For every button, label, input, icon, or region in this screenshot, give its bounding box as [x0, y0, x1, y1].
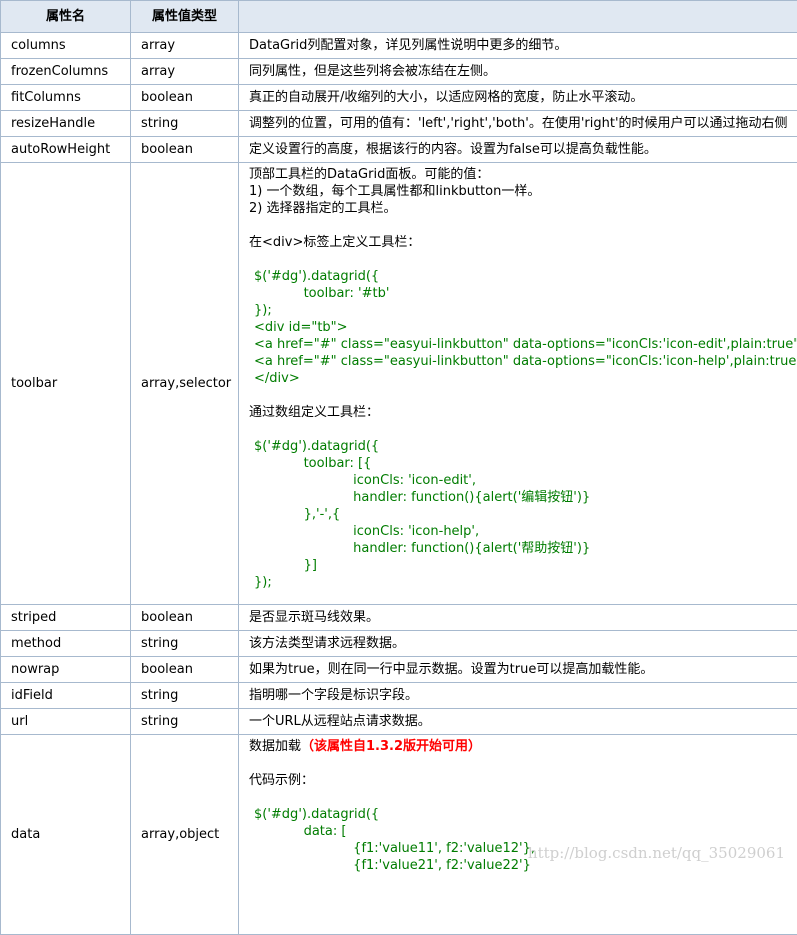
table-row: url string 一个URL从远程站点请求数据。	[1, 709, 797, 735]
property-description: 是否显示斑马线效果。	[239, 605, 797, 631]
property-name: data	[1, 735, 131, 935]
property-name: striped	[1, 605, 131, 631]
toolbar-div-heading: 在<div>标签上定义工具栏：	[249, 234, 796, 251]
table-row-data: data array,object 数据加载（该属性自1.3.2版开始可用） 代…	[1, 735, 797, 935]
header-description	[239, 1, 797, 33]
property-type: array	[131, 33, 239, 59]
property-description: 调整列的位置，可用的值有：'left','right','both'。在使用'r…	[239, 111, 797, 137]
data-intro: 数据加载（该属性自1.3.2版开始可用）	[249, 738, 796, 755]
code-example-div: $('#dg').datagrid({ toolbar: '#tb' }); <…	[249, 268, 796, 387]
property-type: string	[131, 111, 239, 137]
table-row: resizeHandle string 调整列的位置，可用的值有：'left',…	[1, 111, 797, 137]
table-header-row: 属性名 属性值类型	[1, 1, 797, 33]
version-note: （该属性自1.3.2版开始可用）	[301, 739, 481, 754]
property-description: 该方法类型请求远程数据。	[239, 631, 797, 657]
property-type: boolean	[131, 137, 239, 163]
property-description: DataGrid列配置对象，详见列属性说明中更多的细节。	[239, 33, 797, 59]
property-name: toolbar	[1, 163, 131, 605]
property-name: resizeHandle	[1, 111, 131, 137]
table-row: idField string 指明哪一个字段是标识字段。	[1, 683, 797, 709]
toolbar-array-heading: 通过数组定义工具栏：	[249, 404, 796, 421]
toolbar-desc-line: 顶部工具栏的DataGrid面板。可能的值：	[249, 166, 796, 183]
property-name: nowrap	[1, 657, 131, 683]
property-type: boolean	[131, 657, 239, 683]
data-intro-text: 数据加载	[249, 739, 301, 754]
table-row: columns array DataGrid列配置对象，详见列属性说明中更多的细…	[1, 33, 797, 59]
property-description: 如果为true，则在同一行中显示数据。设置为true可以提高加载性能。	[239, 657, 797, 683]
property-description: 顶部工具栏的DataGrid面板。可能的值： 1) 一个数组，每个工具属性都和l…	[239, 163, 797, 605]
table-row: method string 该方法类型请求远程数据。	[1, 631, 797, 657]
code-example-heading: 代码示例：	[249, 772, 796, 789]
property-type: boolean	[131, 85, 239, 111]
table-row: frozenColumns array 同列属性，但是这些列将会被冻结在左侧。	[1, 59, 797, 85]
table-row: autoRowHeight boolean 定义设置行的高度，根据该行的内容。设…	[1, 137, 797, 163]
table-row: nowrap boolean 如果为true，则在同一行中显示数据。设置为tru…	[1, 657, 797, 683]
property-type: string	[131, 709, 239, 735]
header-property-name: 属性名	[1, 1, 131, 33]
property-type: array	[131, 59, 239, 85]
property-name: fitColumns	[1, 85, 131, 111]
property-name: url	[1, 709, 131, 735]
property-type: string	[131, 631, 239, 657]
property-description: 真正的自动展开/收缩列的大小，以适应网格的宽度，防止水平滚动。	[239, 85, 797, 111]
table-row-toolbar: toolbar array,selector 顶部工具栏的DataGrid面板。…	[1, 163, 797, 605]
property-description: 定义设置行的高度，根据该行的内容。设置为false可以提高负载性能。	[239, 137, 797, 163]
properties-table: 属性名 属性值类型 columns array DataGrid列配置对象，详见…	[0, 0, 797, 935]
code-example-array: $('#dg').datagrid({ toolbar: [{ iconCls:…	[249, 438, 796, 591]
property-description: 一个URL从远程站点请求数据。	[239, 709, 797, 735]
property-name: idField	[1, 683, 131, 709]
property-description: 指明哪一个字段是标识字段。	[239, 683, 797, 709]
property-type: string	[131, 683, 239, 709]
property-name: columns	[1, 33, 131, 59]
header-property-type: 属性值类型	[131, 1, 239, 33]
property-description: 数据加载（该属性自1.3.2版开始可用） 代码示例： $('#dg').data…	[239, 735, 797, 935]
table-row: striped boolean 是否显示斑马线效果。	[1, 605, 797, 631]
property-type: array,selector	[131, 163, 239, 605]
property-type: array,object	[131, 735, 239, 935]
property-type: boolean	[131, 605, 239, 631]
property-description: 同列属性，但是这些列将会被冻结在左侧。	[239, 59, 797, 85]
table-row: fitColumns boolean 真正的自动展开/收缩列的大小，以适应网格的…	[1, 85, 797, 111]
toolbar-desc-line: 2) 选择器指定的工具栏。	[249, 200, 796, 217]
toolbar-desc-line: 1) 一个数组，每个工具属性都和linkbutton一样。	[249, 183, 796, 200]
property-name: method	[1, 631, 131, 657]
code-example-data: $('#dg').datagrid({ data: [ {f1:'value11…	[249, 806, 796, 874]
property-name: frozenColumns	[1, 59, 131, 85]
property-name: autoRowHeight	[1, 137, 131, 163]
